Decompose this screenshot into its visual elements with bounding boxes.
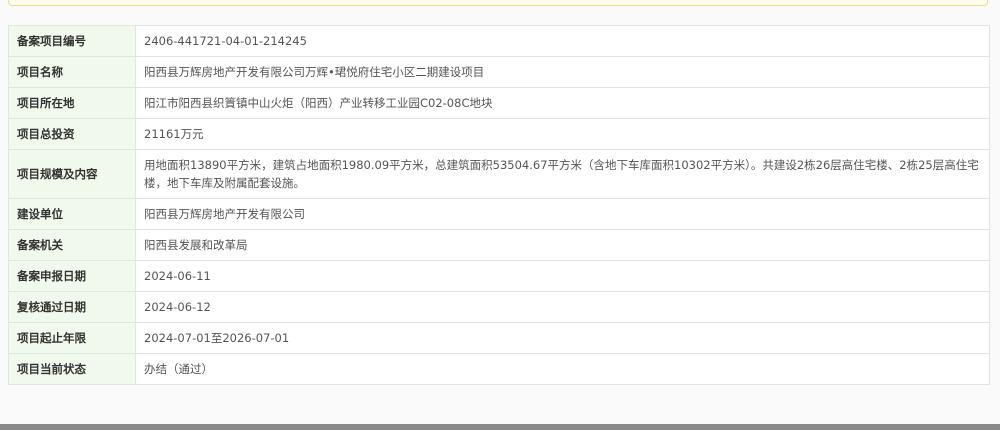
row-label: 项目总投资 bbox=[8, 118, 136, 150]
row-value: 阳西县万辉房地产开发有限公司万辉•珺悦府住宅小区二期建设项目 bbox=[135, 56, 990, 88]
table-row: 建设单位 阳西县万辉房地产开发有限公司 bbox=[8, 198, 990, 230]
row-label: 建设单位 bbox=[8, 198, 136, 230]
footer-bar bbox=[0, 424, 1000, 430]
row-value: 2024-06-11 bbox=[135, 260, 990, 292]
row-label: 项目所在地 bbox=[8, 87, 136, 119]
row-value: 2024-07-01至2026-07-01 bbox=[135, 322, 990, 354]
project-info-table: 备案项目编号 2406-441721-04-01-214245 项目名称 阳西县… bbox=[8, 25, 990, 385]
row-label: 项目规模及内容 bbox=[8, 149, 136, 199]
row-label: 项目名称 bbox=[8, 56, 136, 88]
row-label: 复核通过日期 bbox=[8, 291, 136, 323]
row-label: 备案申报日期 bbox=[8, 260, 136, 292]
table-row: 项目当前状态 办结（通过） bbox=[8, 353, 990, 385]
row-value: 用地面积13890平方米，建筑占地面积1980.09平方米，总建筑面积53504… bbox=[135, 149, 990, 199]
table-row: 备案机关 阳西县发展和改革局 bbox=[8, 229, 990, 261]
table-row: 项目总投资 21161万元 bbox=[8, 118, 990, 150]
row-value: 2024-06-12 bbox=[135, 291, 990, 323]
table-row: 项目规模及内容 用地面积13890平方米，建筑占地面积1980.09平方米，总建… bbox=[8, 149, 990, 199]
notice-banner bbox=[8, 0, 988, 6]
row-label: 备案机关 bbox=[8, 229, 136, 261]
table-row: 项目所在地 阳江市阳西县织篢镇中山火炬（阳西）产业转移工业园C02-08C地块 bbox=[8, 87, 990, 119]
table-row: 备案申报日期 2024-06-11 bbox=[8, 260, 990, 292]
row-value: 办结（通过） bbox=[135, 353, 990, 385]
table-row: 项目起止年限 2024-07-01至2026-07-01 bbox=[8, 322, 990, 354]
row-value: 阳江市阳西县织篢镇中山火炬（阳西）产业转移工业园C02-08C地块 bbox=[135, 87, 990, 119]
row-label: 项目当前状态 bbox=[8, 353, 136, 385]
row-label: 项目起止年限 bbox=[8, 322, 136, 354]
row-value: 2406-441721-04-01-214245 bbox=[135, 25, 990, 57]
row-label: 备案项目编号 bbox=[8, 25, 136, 57]
row-value: 21161万元 bbox=[135, 118, 990, 150]
table-row: 项目名称 阳西县万辉房地产开发有限公司万辉•珺悦府住宅小区二期建设项目 bbox=[8, 56, 990, 88]
row-value: 阳西县发展和改革局 bbox=[135, 229, 990, 261]
table-row: 复核通过日期 2024-06-12 bbox=[8, 291, 990, 323]
table-row: 备案项目编号 2406-441721-04-01-214245 bbox=[8, 25, 990, 57]
row-value: 阳西县万辉房地产开发有限公司 bbox=[135, 198, 990, 230]
